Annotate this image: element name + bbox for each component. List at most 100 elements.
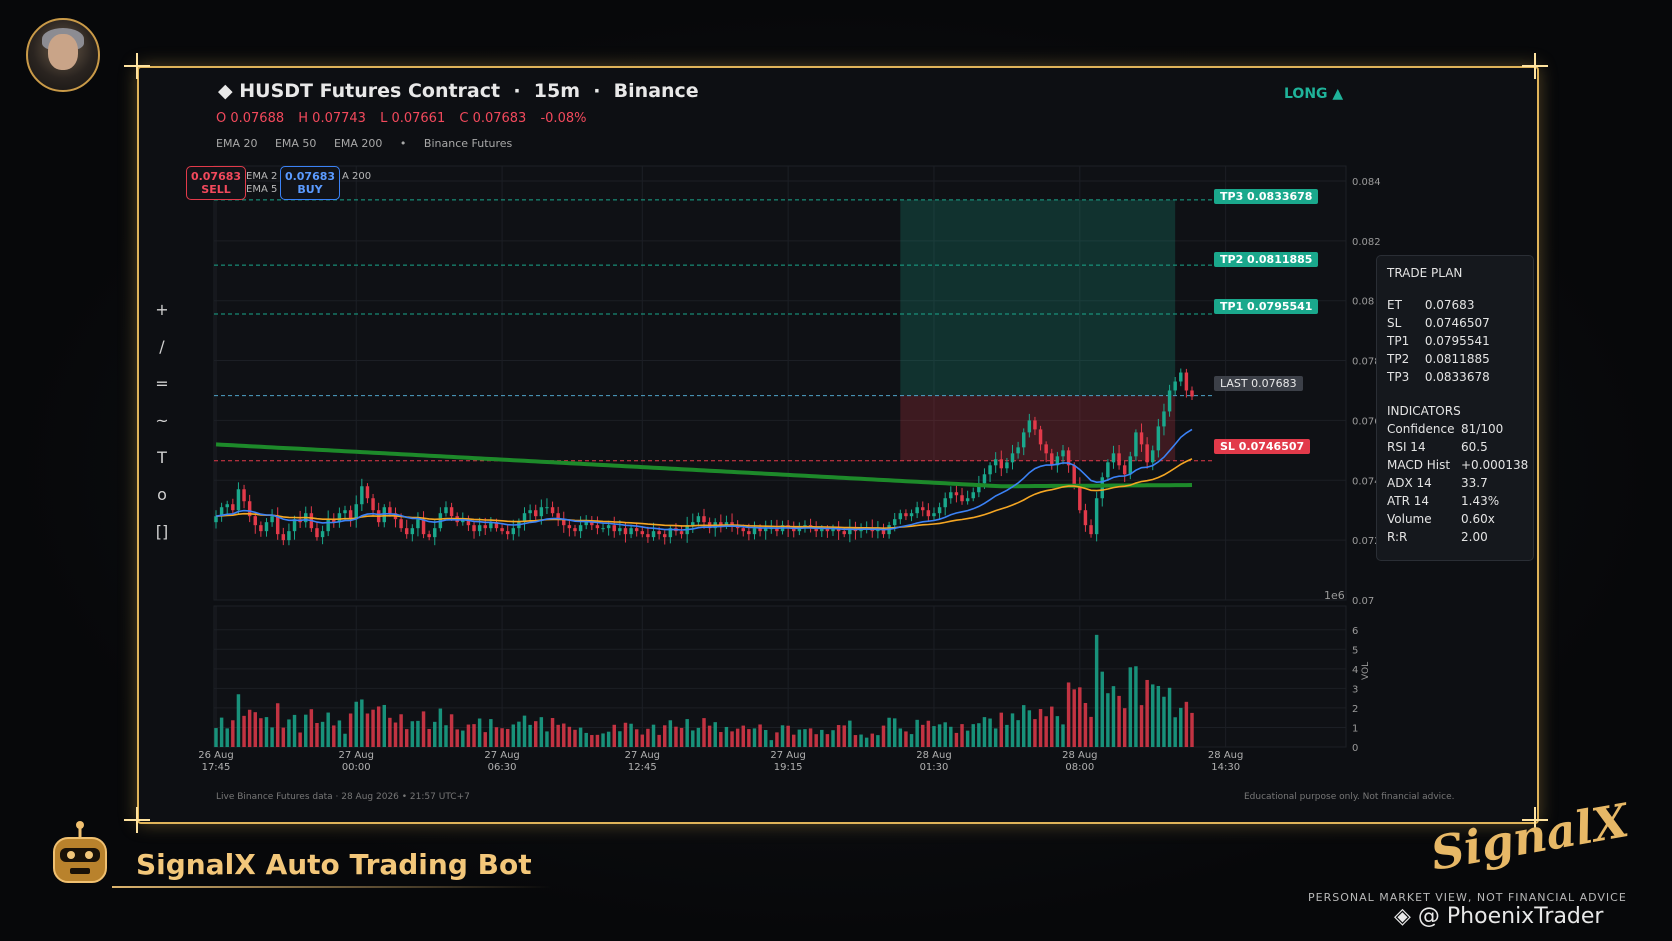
volume-bar xyxy=(691,730,695,747)
candle-body xyxy=(657,531,661,535)
candle-body xyxy=(545,507,549,509)
volume-bar xyxy=(932,726,936,747)
indicator-value: 60.5 xyxy=(1461,440,1488,454)
volume-bar xyxy=(1162,696,1166,747)
time-tick-label: 17:45 xyxy=(202,762,231,773)
time-tick-label: 08:00 xyxy=(1065,762,1094,773)
volume-bar xyxy=(270,727,274,747)
indicator-row: MACD Hist +0.000138 xyxy=(1387,458,1528,476)
volume-bar xyxy=(545,731,549,747)
volume-bar xyxy=(590,735,594,747)
candle-body xyxy=(259,525,263,532)
volume-bar xyxy=(752,728,757,747)
brand-underline xyxy=(112,886,552,888)
candle-body xyxy=(365,486,370,499)
volume-bar xyxy=(842,725,846,747)
candle-body xyxy=(1083,510,1088,526)
volume-bar xyxy=(376,706,381,747)
volume-bar xyxy=(326,712,330,747)
candle-body xyxy=(1151,450,1155,463)
volume-bar xyxy=(567,726,572,747)
time-tick-label: 28 Aug xyxy=(1062,750,1097,761)
sell-price: 0.07683 xyxy=(190,170,242,183)
volume-bar xyxy=(780,725,785,747)
candle-body xyxy=(943,498,947,508)
candle-body xyxy=(691,522,695,526)
volume-bar xyxy=(365,713,370,747)
trade-plan-title: TRADE PLAN xyxy=(1387,266,1463,280)
volume-bar xyxy=(741,725,745,747)
sell-button[interactable]: 0.07683 SELL xyxy=(186,166,246,200)
candle-body xyxy=(988,465,992,475)
volume-bar xyxy=(988,718,992,747)
time-tick-label: 00:00 xyxy=(342,762,371,773)
candle-body xyxy=(483,525,487,529)
indicator-key: Confidence xyxy=(1387,422,1455,436)
volume-bar xyxy=(477,718,482,747)
volume-bar xyxy=(438,708,443,747)
candle-body xyxy=(433,528,437,538)
volume-bar xyxy=(354,701,358,747)
candle-body xyxy=(1078,486,1082,511)
candle-body xyxy=(960,495,964,502)
volume-bar xyxy=(1055,716,1060,747)
candle-body xyxy=(399,519,403,529)
volume-bar xyxy=(236,694,241,747)
volume-bar xyxy=(259,718,263,747)
volume-bar xyxy=(1111,686,1116,747)
volume-bar xyxy=(292,714,297,747)
candle-body xyxy=(1061,450,1065,457)
tp2-label: TP2 0.0811885 xyxy=(1214,252,1319,267)
volume-bar xyxy=(825,734,830,747)
candle-body xyxy=(427,534,431,538)
time-tick-label: 27 Aug xyxy=(339,750,374,761)
volume-bar xyxy=(433,721,437,747)
volume-bar xyxy=(853,735,858,747)
volume-bar xyxy=(921,724,925,747)
volume-bar xyxy=(1066,682,1071,747)
volume-bar xyxy=(404,729,409,747)
candle-body xyxy=(1111,453,1116,463)
volume-bar xyxy=(629,723,633,747)
volume-bar xyxy=(1145,679,1149,747)
volume-bar xyxy=(483,732,487,747)
candle-body xyxy=(1016,447,1020,454)
time-tick-label: 01:30 xyxy=(920,762,949,773)
volume-bar xyxy=(533,721,538,747)
indicator-value: 0.60x xyxy=(1461,512,1495,526)
candle-body xyxy=(663,534,667,538)
volume-bar xyxy=(808,728,813,747)
candle-body xyxy=(747,531,751,535)
volume-bar xyxy=(1038,709,1043,747)
volume-bar xyxy=(915,719,919,747)
volume-bar xyxy=(965,730,970,747)
volume-bar xyxy=(1078,687,1082,747)
volume-bar xyxy=(421,711,426,747)
candle-body xyxy=(388,507,392,514)
volume-bar xyxy=(937,724,942,747)
volume-bar xyxy=(298,732,302,747)
volume-bar xyxy=(601,733,605,747)
candle-body xyxy=(404,528,409,535)
volume-bar xyxy=(786,725,790,747)
volume-axis-label: VOL xyxy=(1361,662,1371,680)
candle-body xyxy=(926,510,931,517)
price-tick-label: 0.07 xyxy=(1352,596,1374,607)
candle-body xyxy=(360,486,364,505)
candle-body xyxy=(225,504,229,508)
buy-price: 0.07683 xyxy=(284,170,336,183)
candle-body xyxy=(1021,432,1026,448)
candle-body xyxy=(410,528,415,535)
volume-bar xyxy=(231,720,235,747)
volume-bar xyxy=(253,712,257,747)
volume-bar xyxy=(455,729,459,747)
volume-bar xyxy=(999,712,1004,747)
buy-button[interactable]: 0.07683 BUY xyxy=(280,166,340,200)
volume-bar xyxy=(337,720,342,747)
volume-bar xyxy=(595,734,600,747)
volume-bar xyxy=(892,718,897,747)
volume-bar xyxy=(1184,701,1189,747)
bot-name: SignalX Auto Trading Bot xyxy=(136,848,532,881)
indicator-key: MACD Hist xyxy=(1387,458,1451,472)
volume-bar xyxy=(1139,705,1144,747)
